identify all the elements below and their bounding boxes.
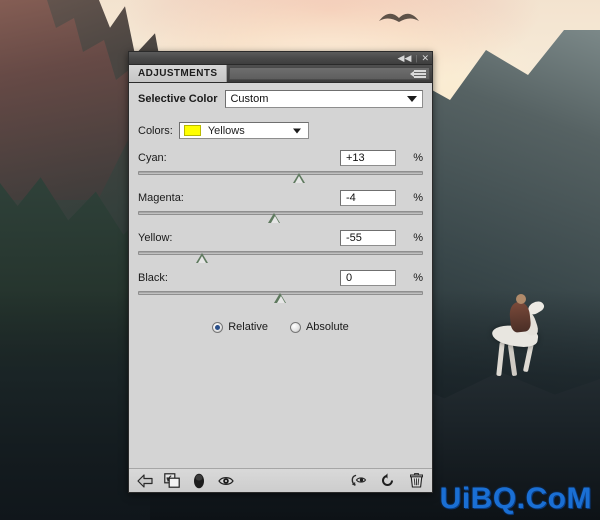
colors-row: Colors: Yellows (138, 122, 423, 139)
slider-yellow-unit: % (413, 232, 423, 244)
method-radio-group: Relative Absolute (138, 321, 423, 333)
slider-cyan-unit: % (413, 152, 423, 164)
slider-magenta-header: Magenta: -4 % (138, 188, 423, 208)
radio-absolute-dot[interactable] (289, 321, 301, 333)
panel-menu-icon[interactable] (410, 68, 428, 80)
menu-line (414, 76, 426, 78)
slider-yellow-thumb[interactable] (195, 253, 209, 263)
radio-relative-label: Relative (228, 321, 268, 333)
toggle-mask-icon[interactable] (190, 473, 207, 489)
colors-dropdown[interactable]: Yellows (178, 122, 309, 139)
close-icon[interactable]: ✕ (421, 53, 429, 63)
radio-relative-dot[interactable] (212, 321, 224, 333)
horse-leg (496, 341, 505, 377)
collapse-icon[interactable]: ◀◀ (398, 53, 412, 63)
slider-magenta-value-input[interactable]: -4 (340, 190, 396, 206)
slider-magenta-thumb[interactable] (268, 213, 281, 223)
control-separator: | (415, 53, 418, 63)
radio-absolute-label: Absolute (305, 321, 349, 333)
panel-title-bar: ◀◀ | ✕ (129, 52, 432, 65)
clip-to-layer-icon[interactable] (163, 473, 180, 489)
tab-adjustments[interactable]: ADJUSTMENTS (129, 65, 228, 82)
slider-black-value-input[interactable]: 0 (340, 270, 396, 286)
footer-left-icons (136, 473, 234, 489)
slider-cyan-track[interactable] (138, 171, 423, 175)
window-controls: ◀◀ | ✕ (398, 52, 429, 64)
slider-black-header: Black: 0 % (138, 268, 423, 288)
color-swatch (183, 125, 201, 136)
tab-bar-filler (229, 67, 430, 80)
slider-black-unit: % (413, 272, 423, 284)
slider-magenta-unit: % (413, 192, 423, 204)
slider-black-thumb[interactable] (274, 293, 287, 303)
adjustments-panel: ◀◀ | ✕ ADJUSTMENTS Selective Color Custo… (128, 51, 433, 493)
slider-yellow-track-wrap[interactable] (138, 248, 423, 265)
slider-yellow-label: Yellow: (138, 232, 173, 244)
slider-cyan-thumb[interactable] (292, 173, 306, 183)
horse-and-rider (488, 294, 548, 392)
chevron-down-icon (407, 96, 417, 102)
slider-cyan-label: Cyan: (138, 152, 167, 164)
site-watermark: UiBQ.CoM (439, 482, 592, 515)
view-previous-state-icon[interactable] (350, 473, 367, 489)
panel-body: Selective Color Custom Colors: Yellows C… (129, 83, 432, 333)
tab-adjustments-label: ADJUSTMENTS (138, 68, 218, 79)
slider-black-track-wrap[interactable] (138, 288, 423, 305)
panel-menu-arrow (410, 71, 414, 77)
menu-line (414, 70, 426, 72)
preset-value: Custom (230, 93, 269, 105)
rider-head (516, 294, 526, 304)
slider-magenta-label: Magenta: (138, 192, 184, 204)
colors-label: Colors: (138, 124, 173, 137)
slider-yellow-header: Yellow: -55 % (138, 228, 423, 248)
colors-value: Yellows (207, 124, 245, 137)
slider-magenta: Magenta: -4 % (138, 188, 423, 225)
preview-eye-icon[interactable] (217, 473, 234, 489)
panel-tab-bar: ADJUSTMENTS (129, 65, 432, 83)
slider-black: Black: 0 % (138, 268, 423, 305)
adjustment-header-row: Selective Color Custom (138, 90, 423, 108)
delete-icon[interactable] (408, 473, 425, 489)
slider-cyan-track-wrap[interactable] (138, 168, 423, 185)
preset-dropdown[interactable]: Custom (225, 90, 423, 108)
reset-icon[interactable] (379, 473, 396, 489)
flying-bird-icon (379, 13, 419, 22)
slider-yellow-value-input[interactable]: -55 (340, 230, 396, 246)
radio-absolute[interactable]: Absolute (289, 321, 349, 333)
radio-relative[interactable]: Relative (212, 321, 268, 333)
slider-cyan-value-input[interactable]: +13 (340, 150, 396, 166)
slider-cyan-header: Cyan: +13 % (138, 148, 423, 168)
slider-black-label: Black: (138, 272, 168, 284)
slider-yellow-track[interactable] (138, 251, 423, 255)
slider-cyan: Cyan: +13 % (138, 148, 423, 185)
horse-leg (507, 343, 518, 377)
return-to-adjustment-list-icon[interactable] (136, 473, 153, 489)
page-title: Selective Color (138, 93, 218, 105)
slider-magenta-track-wrap[interactable] (138, 208, 423, 225)
footer-right-icons (350, 473, 425, 489)
chevron-down-icon (292, 128, 301, 133)
panel-footer-toolbar (129, 468, 432, 492)
slider-yellow: Yellow: -55 % (138, 228, 423, 265)
menu-line (414, 73, 426, 75)
